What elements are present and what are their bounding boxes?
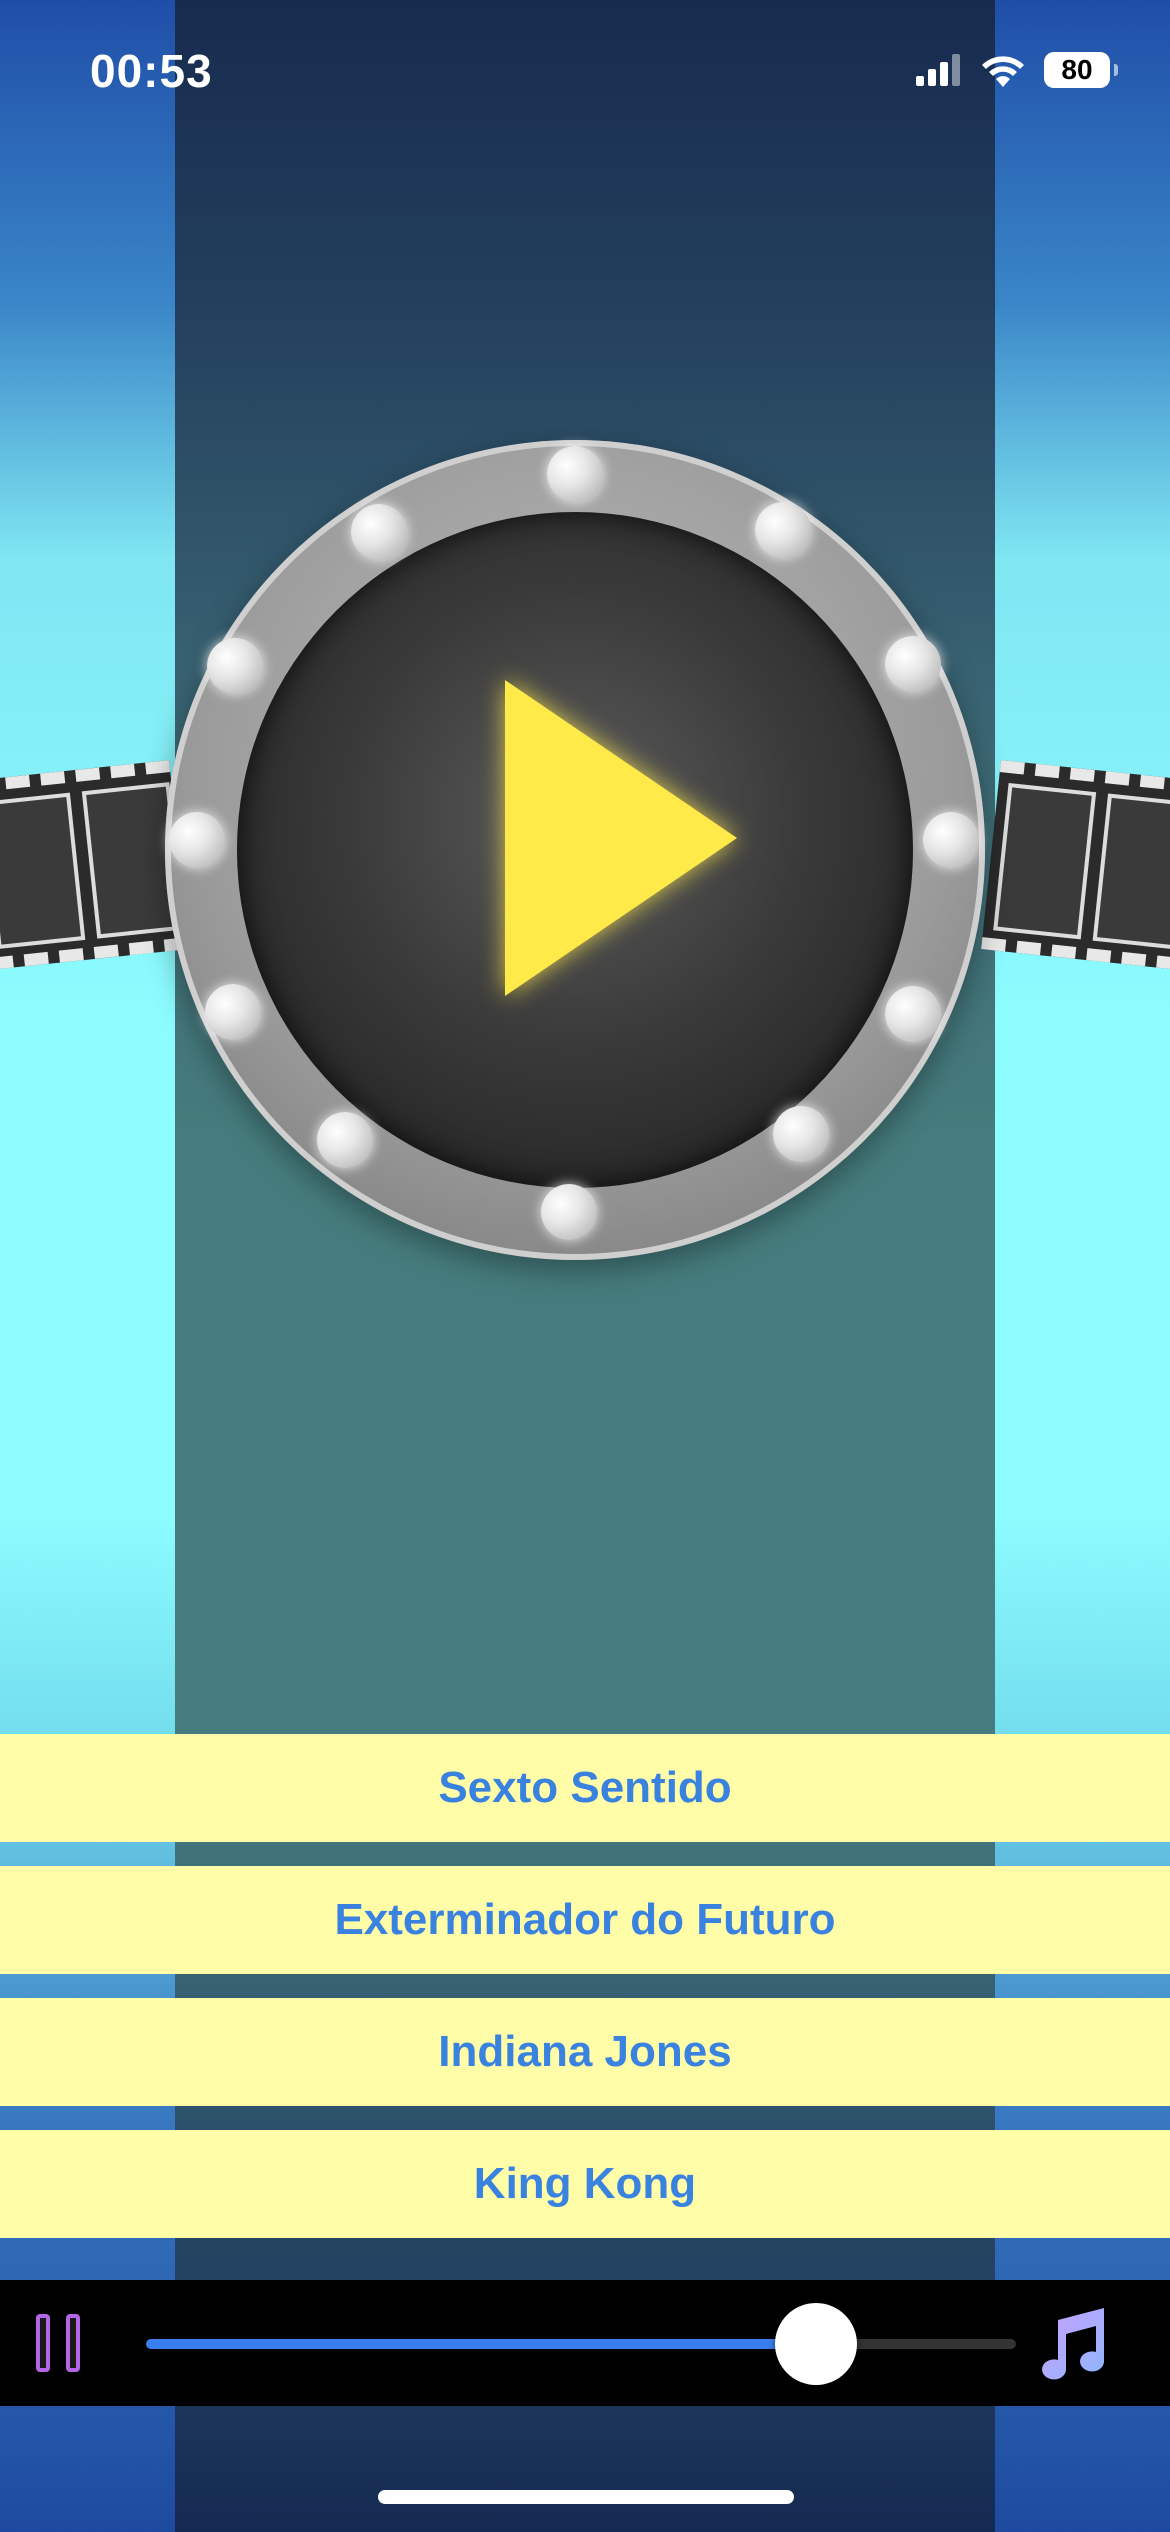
song-button-indiana-jones[interactable]: Indiana Jones	[0, 1998, 1170, 2106]
light-bulb	[351, 504, 407, 560]
music-note-icon[interactable]	[1036, 2306, 1108, 2382]
song-button-sexto-sentido[interactable]: Sexto Sentido	[0, 1734, 1170, 1842]
progress-fill	[146, 2339, 816, 2349]
home-indicator	[378, 2490, 794, 2504]
pause-icon[interactable]	[36, 2314, 88, 2372]
play-icon[interactable]	[505, 680, 737, 996]
progress-slider[interactable]	[146, 2303, 1016, 2385]
light-bulb	[547, 446, 603, 502]
status-time: 00:53	[90, 45, 213, 97]
song-button-king-kong[interactable]: King Kong	[0, 2130, 1170, 2238]
light-bulb	[773, 1106, 829, 1162]
wifi-icon	[982, 56, 1024, 87]
player-bar	[0, 2280, 1170, 2406]
light-bulb	[317, 1112, 373, 1168]
light-bulb	[205, 984, 261, 1040]
light-bulb	[923, 812, 979, 868]
battery-icon: 80	[1044, 52, 1118, 88]
song-list: Sexto Sentido Exterminador do Futuro Ind…	[0, 1734, 1170, 2262]
light-bulb	[169, 812, 225, 868]
light-bulb	[885, 986, 941, 1042]
signal-icon	[916, 54, 960, 86]
progress-thumb[interactable]	[774, 2303, 857, 2385]
light-bulb	[755, 502, 811, 558]
light-bulb	[541, 1184, 597, 1240]
light-bulb	[885, 636, 941, 692]
status-icons: 80	[916, 52, 1118, 88]
song-button-exterminador-do-futuro[interactable]: Exterminador do Futuro	[0, 1866, 1170, 1974]
light-bulb	[207, 638, 263, 694]
film-strip-right	[976, 720, 1170, 1019]
